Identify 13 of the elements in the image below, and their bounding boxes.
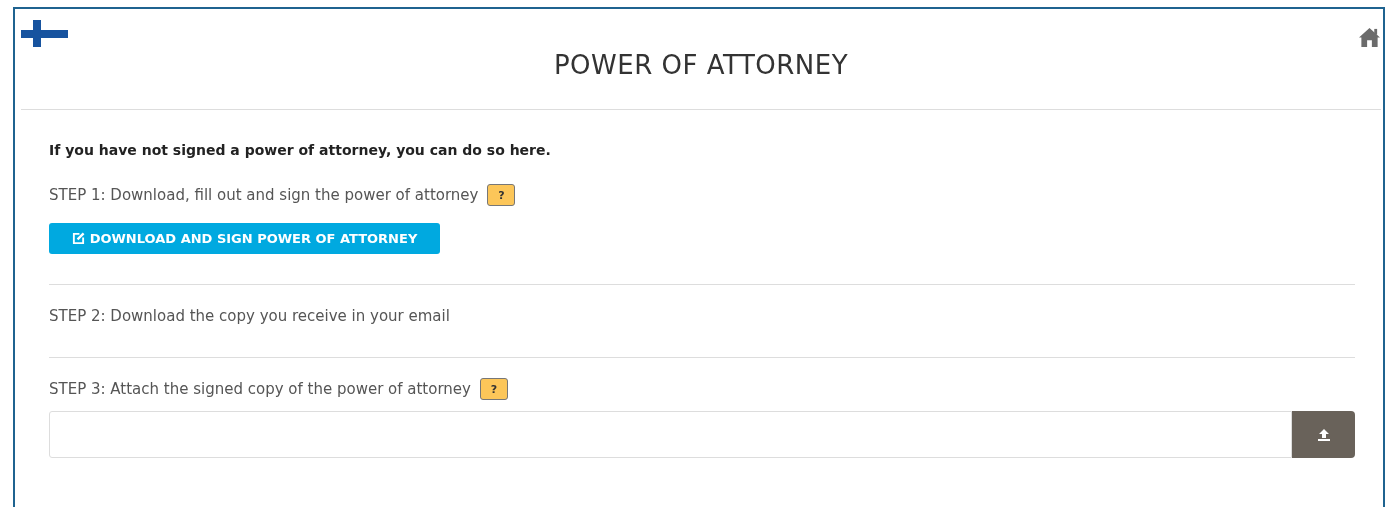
step-label: STEP 3: Attach the signed copy of the power of attorney (49, 380, 471, 398)
upload-button[interactable] (1292, 411, 1355, 458)
home-icon[interactable] (1358, 27, 1381, 48)
step-label: STEP 1: Download, fill out and sign the power of attorney (49, 186, 479, 204)
step-label: STEP 2: Download the copy you receive in your email (49, 307, 450, 325)
upload-icon (1316, 428, 1331, 441)
help-button[interactable]: ? (487, 184, 516, 206)
page-title: POWER OF ATTORNEY (553, 50, 849, 80)
intro-text: If you have not signed a power of attorney, you can do so here. (49, 142, 552, 160)
edit-icon (71, 232, 85, 245)
flag-icon[interactable] (21, 20, 68, 47)
help-button[interactable]: ? (479, 378, 508, 400)
file-field[interactable] (49, 411, 1292, 458)
